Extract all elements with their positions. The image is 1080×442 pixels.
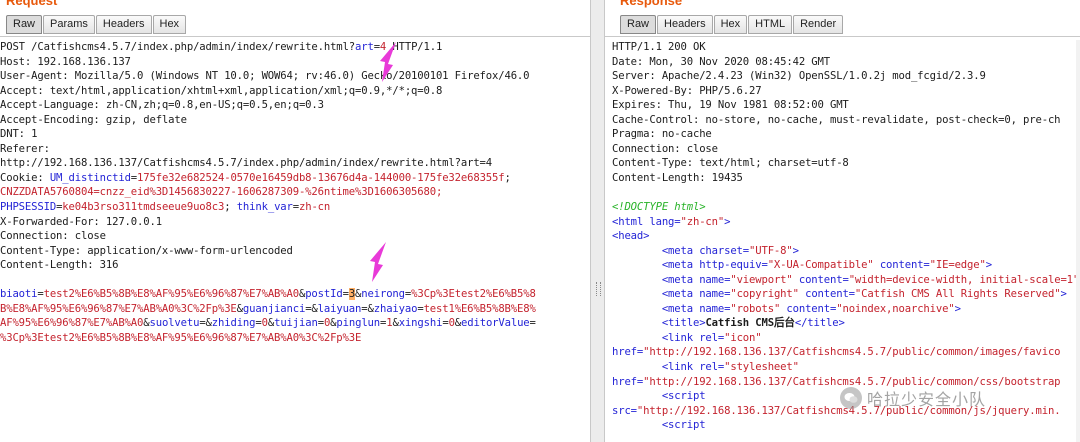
status-line: HTTP/1.1 200 OK [612, 41, 706, 53]
body-line: B%E8%AF%95%E6%96%87%E7%AB%A0%3C%2Fp%3E&g… [0, 302, 536, 315]
request-pane: Request Raw Params Headers Hex POST /Cat… [0, 0, 590, 442]
tab-hex[interactable]: Hex [152, 15, 187, 34]
header-line: Cache-Control: no-store, no-cache, must-… [612, 113, 1061, 126]
body-line: %3Cp%3Etest2%E6%B5%8B%E8%AF%95%E6%96%87%… [0, 331, 362, 344]
response-editor[interactable]: HTTP/1.1 200 OK Date: Mon, 30 Nov 2020 0… [612, 40, 1080, 442]
header-line: Content-Type: text/html; charset=utf-8 [612, 157, 849, 170]
tab-render[interactable]: Render [793, 15, 844, 34]
request-editor[interactable]: POST /Catfishcms4.5.7/index.php/admin/in… [0, 40, 590, 442]
header-line: http://192.168.136.137/Catfishcms4.5.7/i… [0, 157, 493, 170]
header-line: Expires: Thu, 19 Nov 1981 08:52:00 GMT [612, 99, 849, 112]
arrow-annotation-art [380, 42, 396, 82]
header-line: Content-Type: application/x-www-form-url… [0, 244, 293, 257]
header-line: X-Forwarded-For: 127.0.0.1 [0, 215, 162, 228]
wechat-icon [840, 387, 862, 409]
body-line: AF%95%E6%96%87%E7%AB%A0&suolvetu=&zhidin… [0, 317, 536, 330]
watermark-text: 哈拉少安全小队 [867, 390, 987, 409]
arrow-annotation-postid [370, 242, 386, 282]
splitter-grip[interactable] [596, 282, 601, 296]
tab-html[interactable]: HTML [748, 15, 793, 34]
header-line: DNT: 1 [0, 128, 38, 141]
tab-raw[interactable]: Raw [620, 15, 657, 34]
request-tabs: Raw Params Headers Hex [6, 15, 187, 35]
html-line: <meta name="copyright" content="Catfish … [612, 288, 1067, 301]
tab-headers[interactable]: Headers [657, 15, 713, 34]
header-line: User-Agent: Mozilla/5.0 (Windows NT 10.0… [0, 70, 530, 83]
header-line: Referer: [0, 142, 50, 155]
html-line: href="http://192.168.136.137/Catfishcms4… [612, 346, 1061, 359]
doctype-line: <!DOCTYPE html> [612, 201, 706, 214]
cookie-line: Cookie: UM_distinctid=175fe32e682524-057… [0, 171, 511, 184]
tab-headers[interactable]: Headers [95, 15, 152, 34]
html-line: <script [612, 419, 706, 432]
html-line: <html lang="zh-cn"> [612, 215, 731, 228]
header-line: Accept: text/html,application/xhtml+xml,… [0, 84, 443, 97]
html-line: <head> [612, 230, 650, 243]
header-line: Connection: close [0, 230, 106, 243]
response-tabs: Raw Headers Hex HTML Render [620, 15, 844, 35]
response-title: Response [620, 0, 683, 8]
html-line: <link rel="stylesheet" [612, 361, 799, 374]
header-line: X-Powered-By: PHP/5.6.27 [612, 84, 762, 97]
header-line: Accept-Language: zh-CN,zh;q=0.8,en-US;q=… [0, 99, 324, 112]
html-line: <meta http-equiv="X-UA-Compatible" conte… [612, 259, 992, 272]
header-line: Content-Length: 316 [0, 259, 119, 272]
cookie-line: CNZZDATA5760804=cnzz_eid%3D1456830227-16… [0, 186, 443, 199]
header-line: Accept-Encoding: gzip, deflate [0, 113, 187, 126]
watermark: 哈拉少安全小队 [840, 386, 986, 410]
html-line: <meta name="viewport" content="width=dev… [612, 273, 1080, 286]
header-line: Host: 192.168.136.137 [0, 55, 131, 68]
body-line: biaoti=test2%E6%B5%8B%E8%AF%95%E6%96%87%… [0, 288, 536, 301]
tab-hex[interactable]: Hex [713, 15, 748, 34]
header-line: Content-Length: 19435 [612, 171, 743, 184]
pane-splitter[interactable] [590, 0, 605, 442]
vertical-scrollbar[interactable] [1076, 40, 1080, 442]
response-pane: Response Raw Headers Hex HTML Render HTT… [605, 0, 1080, 442]
tab-divider [605, 36, 1080, 37]
header-line: Connection: close [612, 142, 718, 155]
tab-params[interactable]: Params [43, 15, 95, 34]
header-line: Server: Apache/2.4.23 (Win32) OpenSSL/1.… [612, 70, 986, 83]
request-line: POST /Catfishcms4.5.7/index.php/admin/in… [0, 40, 590, 55]
header-line: Date: Mon, 30 Nov 2020 08:45:42 GMT [612, 55, 830, 68]
html-line: <meta name="robots" content="noindex,noa… [612, 302, 961, 315]
request-title: Request [6, 0, 58, 8]
tab-divider [0, 36, 590, 37]
html-line: <meta charset="UTF-8"> [612, 244, 799, 257]
html-line: <link rel="icon" [612, 331, 762, 344]
header-line: Pragma: no-cache [612, 128, 712, 141]
cookie-line: PHPSESSID=ke04b3rso311tmdseeue9uo8c3; th… [0, 201, 331, 214]
html-line: <title>Catfish CMS后台</title> [661, 317, 845, 330]
tab-raw[interactable]: Raw [6, 15, 43, 34]
